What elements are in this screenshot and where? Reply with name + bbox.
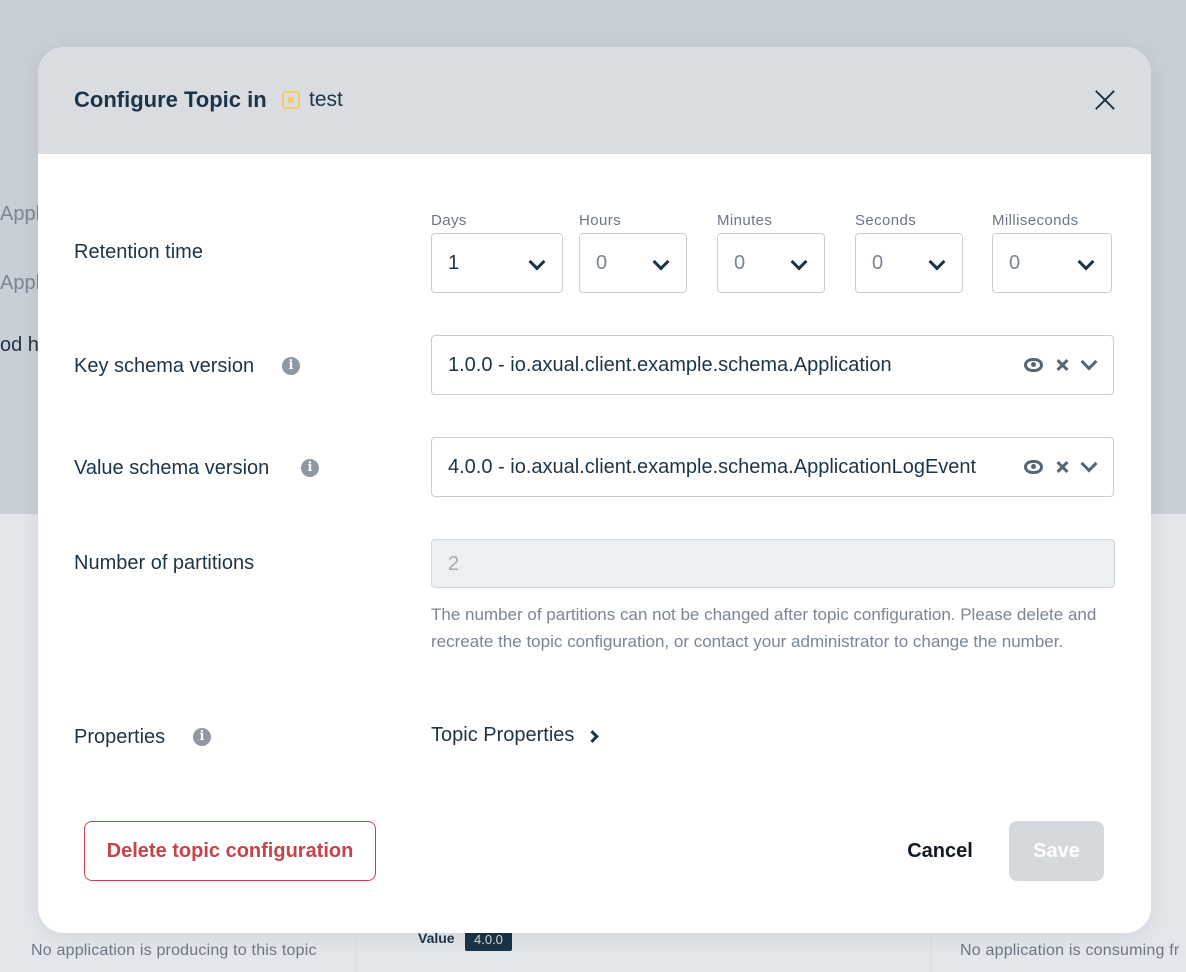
- cancel-button[interactable]: Cancel: [895, 821, 985, 881]
- environment-name: test: [309, 88, 343, 111]
- milliseconds-value: 0: [1009, 252, 1021, 274]
- environment-icon: [282, 91, 300, 109]
- modal-title: Configure Topic in: [74, 87, 267, 112]
- background-text: Appl: [0, 272, 41, 294]
- producing-empty-text: No application is producing to this topi…: [31, 942, 317, 959]
- chevron-down-icon: [652, 253, 670, 271]
- chevron-down-icon: [790, 253, 808, 271]
- value-schema-value: 4.0.0 - io.axual.client.example.schema.A…: [448, 456, 977, 478]
- retention-time-label: Retention time: [74, 241, 203, 263]
- info-icon[interactable]: i: [193, 728, 211, 746]
- background-text: od h: [0, 334, 39, 356]
- delete-topic-configuration-button[interactable]: Delete topic configuration: [84, 821, 376, 881]
- partitions-help-text: The number of partitions can not be chan…: [431, 605, 1097, 651]
- background-text: Appl: [0, 203, 41, 225]
- consuming-empty-text: No application is consuming fr: [960, 942, 1180, 959]
- hours-value: 0: [596, 252, 608, 274]
- properties-label: Properties: [74, 726, 166, 748]
- key-schema-value: 1.0.0 - io.axual.client.example.schema.A…: [448, 354, 892, 376]
- key-schema-label: Key schema version: [74, 355, 255, 377]
- partitions-input: 2: [431, 539, 1115, 588]
- hours-select[interactable]: 0: [579, 233, 687, 293]
- minutes-value: 0: [734, 252, 746, 274]
- chevron-down-icon[interactable]: [1080, 353, 1098, 371]
- seconds-value: 0: [872, 252, 884, 274]
- chevron-down-icon[interactable]: [1080, 455, 1098, 473]
- info-icon[interactable]: i: [301, 459, 319, 477]
- days-value: 1: [448, 252, 460, 274]
- seconds-select[interactable]: 0: [855, 233, 963, 293]
- chevron-down-icon: [928, 253, 946, 271]
- hours-label: Hours: [579, 212, 622, 229]
- eye-icon[interactable]: [1024, 358, 1043, 372]
- info-icon[interactable]: i: [282, 357, 300, 375]
- clear-icon[interactable]: [1054, 458, 1070, 476]
- modal-header: Configure Topic in test: [38, 47, 1151, 154]
- chevron-right-icon[interactable]: [586, 730, 599, 743]
- partitions-label: Number of partitions: [74, 552, 255, 574]
- key-schema-select[interactable]: 1.0.0 - io.axual.client.example.schema.A…: [431, 335, 1114, 395]
- chevron-down-icon: [528, 253, 546, 271]
- close-icon[interactable]: [1090, 85, 1120, 115]
- minutes-select[interactable]: 0: [717, 233, 825, 293]
- chevron-down-icon: [1077, 253, 1095, 271]
- days-label: Days: [431, 212, 467, 229]
- clear-icon[interactable]: [1054, 356, 1070, 374]
- partitions-value: 2: [448, 553, 460, 575]
- milliseconds-select[interactable]: 0: [992, 233, 1112, 293]
- value-schema-label: Value schema version: [74, 457, 270, 479]
- save-button[interactable]: Save: [1009, 821, 1104, 881]
- configure-topic-modal: Configure Topic in test Retention time D…: [38, 47, 1151, 933]
- value-schema-select[interactable]: 4.0.0 - io.axual.client.example.schema.A…: [431, 437, 1114, 497]
- milliseconds-label: Milliseconds: [992, 212, 1079, 229]
- eye-icon[interactable]: [1024, 460, 1043, 474]
- seconds-label: Seconds: [855, 212, 917, 229]
- days-select[interactable]: 1: [431, 233, 563, 293]
- minutes-label: Minutes: [717, 212, 773, 229]
- topic-properties-link[interactable]: Topic Properties: [431, 724, 574, 747]
